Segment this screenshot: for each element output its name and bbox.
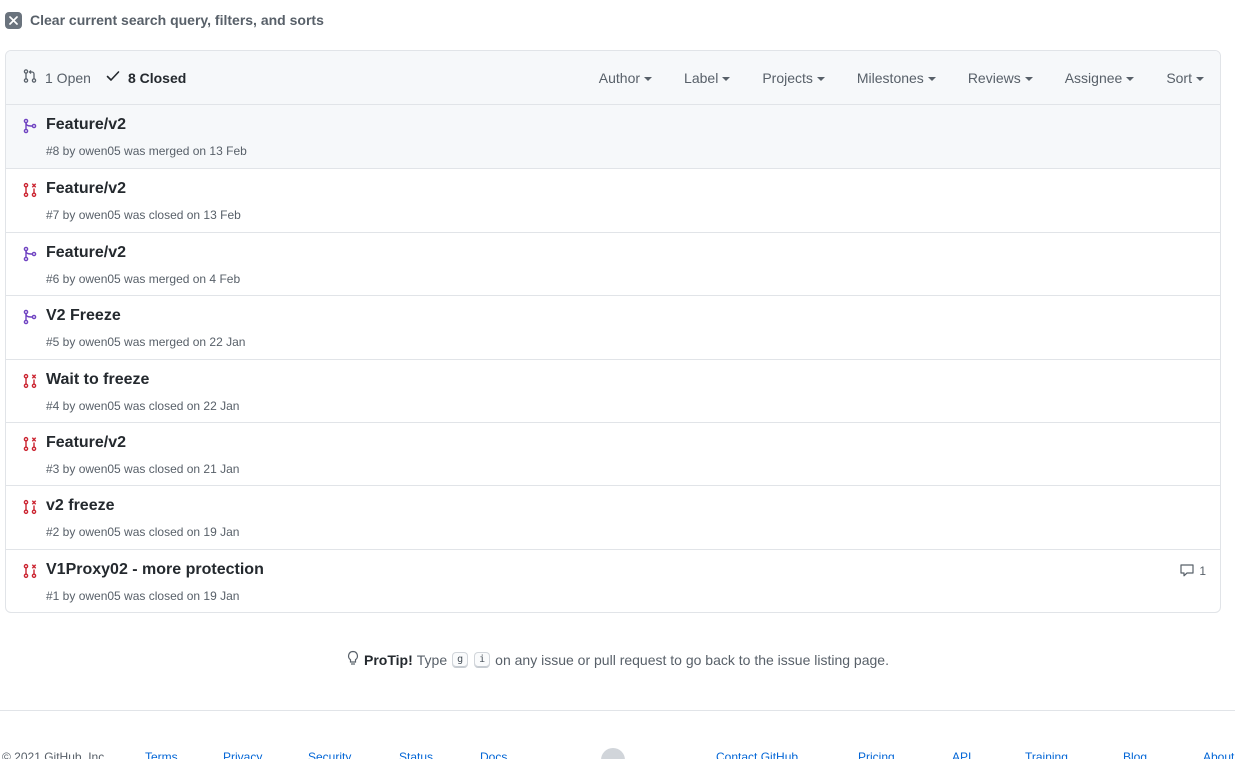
pull-request-title[interactable]: V1Proxy02 - more protection <box>46 561 264 579</box>
pull-request-rows: Feature/v2 #8 by owen05 was merged on 13… <box>6 105 1220 612</box>
footer-link-docs[interactable]: Docs <box>480 750 507 759</box>
footer: © 2021 GitHub, Inc. Terms Privacy Securi… <box>0 748 1235 759</box>
clear-filters-link[interactable]: Clear current search query, filters, and… <box>5 10 324 30</box>
x-icon <box>5 11 22 29</box>
footer-link-status[interactable]: Status <box>399 750 433 759</box>
pull-request-title[interactable]: Feature/v2 <box>46 244 126 262</box>
author-filter-dropdown[interactable]: Author <box>598 70 653 86</box>
list-item[interactable]: Wait to freeze #4 by owen05 was closed o… <box>6 358 1220 422</box>
footer-copyright: © 2021 GitHub, Inc. <box>2 750 108 759</box>
merged-pull-request-icon <box>22 309 38 325</box>
assignee-filter-label: Assignee <box>1064 70 1123 86</box>
list-item[interactable]: V1Proxy02 - more protection #1 by owen05… <box>6 548 1220 612</box>
label-filter-dropdown[interactable]: Label <box>684 70 731 86</box>
closed-pull-request-icon <box>22 373 38 389</box>
protip-text-before: Type <box>416 651 448 668</box>
comment-icon <box>1179 562 1195 581</box>
caret-down-icon <box>1196 77 1204 81</box>
footer-link-contact[interactable]: Contact GitHub <box>716 750 798 759</box>
footer-link-api[interactable]: API <box>952 750 971 759</box>
merged-pull-request-icon <box>22 246 38 262</box>
protip: ProTip! Type g i on any issue or pull re… <box>0 650 1235 669</box>
sort-label: Sort <box>1166 70 1192 86</box>
closed-count-label: 8 Closed <box>127 69 187 86</box>
pull-request-title[interactable]: V2 Freeze <box>46 307 121 325</box>
caret-down-icon <box>1126 77 1135 81</box>
pull-request-title[interactable]: Feature/v2 <box>46 180 126 198</box>
footer-link-terms[interactable]: Terms <box>145 750 178 759</box>
list-item[interactable]: V2 Freeze #5 by owen05 was merged on 22 … <box>6 295 1220 358</box>
sort-dropdown[interactable]: Sort <box>1166 70 1204 86</box>
footer-link-privacy[interactable]: Privacy <box>223 750 262 759</box>
caret-down-icon <box>1024 77 1033 81</box>
author-filter-label: Author <box>598 70 641 86</box>
pull-request-icon <box>22 68 38 87</box>
milestones-filter-dropdown[interactable]: Milestones <box>857 70 936 86</box>
key-i: i <box>474 651 491 668</box>
caret-down-icon <box>816 77 825 81</box>
closed-filter-tab[interactable]: 8 Closed <box>105 68 186 87</box>
list-item[interactable]: Feature/v2 #6 by owen05 was merged on 4 … <box>6 231 1220 295</box>
list-item[interactable]: Feature/v2 #8 by owen05 was merged on 13… <box>6 105 1220 169</box>
pull-request-meta: #5 by owen05 was merged on 22 Jan <box>46 335 246 350</box>
milestones-filter-label: Milestones <box>856 70 924 86</box>
reviews-filter-label: Reviews <box>967 70 1021 86</box>
closed-pull-request-icon <box>22 182 38 198</box>
pull-request-meta: #1 by owen05 was closed on 19 Jan <box>46 588 240 603</box>
caret-down-icon <box>722 77 731 81</box>
check-icon <box>105 68 121 87</box>
assignee-filter-dropdown[interactable]: Assignee <box>1065 70 1135 86</box>
lightbulb-icon <box>346 650 360 669</box>
open-filter-tab[interactable]: 1 Open <box>22 68 91 87</box>
pull-request-list: 1 Open 8 Closed Author Label Projects Mi… <box>5 50 1221 614</box>
clear-filters-label: Clear current search query, filters, and… <box>30 12 324 28</box>
caret-down-icon <box>644 77 653 81</box>
reviews-filter-dropdown[interactable]: Reviews <box>968 70 1033 86</box>
footer-link-training[interactable]: Training <box>1025 750 1068 759</box>
comments-link[interactable]: 1 <box>1179 562 1206 581</box>
list-item[interactable]: Feature/v2 #7 by owen05 was closed on 13… <box>6 168 1220 231</box>
key-g: g <box>452 651 469 668</box>
pull-request-meta: #7 by owen05 was closed on 13 Feb <box>46 208 241 223</box>
closed-pull-request-icon <box>22 563 38 579</box>
github-logo-icon[interactable] <box>601 748 625 759</box>
footer-link-blog[interactable]: Blog <box>1123 750 1147 759</box>
comment-count: 1 <box>1199 564 1206 579</box>
protip-text-after: on any issue or pull request to go back … <box>495 651 889 668</box>
list-item[interactable]: v2 freeze #2 by owen05 was closed on 19 … <box>6 485 1220 548</box>
pull-request-title[interactable]: Feature/v2 <box>46 434 126 452</box>
projects-filter-label: Projects <box>762 70 813 86</box>
pull-request-title[interactable]: Feature/v2 <box>46 116 126 134</box>
pull-request-meta: #3 by owen05 was closed on 21 Jan <box>46 461 240 476</box>
footer-link-pricing[interactable]: Pricing <box>858 750 895 759</box>
open-count-label: 1 Open <box>45 69 91 86</box>
pull-request-meta: #2 by owen05 was closed on 19 Jan <box>46 525 240 540</box>
pull-request-title[interactable]: v2 freeze <box>46 497 115 515</box>
protip-label: ProTip! <box>364 651 413 668</box>
closed-pull-request-icon <box>22 436 38 452</box>
pull-request-meta: #8 by owen05 was merged on 13 Feb <box>46 144 247 158</box>
label-filter-label: Label <box>684 70 719 86</box>
footer-link-security[interactable]: Security <box>308 750 351 759</box>
footer-divider <box>0 710 1235 711</box>
pull-request-title[interactable]: Wait to freeze <box>46 371 149 389</box>
footer-link-about[interactable]: About <box>1203 750 1234 759</box>
caret-down-icon <box>927 77 936 81</box>
pull-request-meta: #6 by owen05 was merged on 4 Feb <box>46 271 241 286</box>
list-header: 1 Open 8 Closed Author Label Projects Mi… <box>6 51 1220 105</box>
merged-pull-request-icon <box>22 118 38 134</box>
list-item[interactable]: Feature/v2 #3 by owen05 was closed on 21… <box>6 421 1220 485</box>
pull-request-meta: #4 by owen05 was closed on 22 Jan <box>46 398 240 413</box>
closed-pull-request-icon <box>22 499 38 515</box>
projects-filter-dropdown[interactable]: Projects <box>762 70 825 86</box>
